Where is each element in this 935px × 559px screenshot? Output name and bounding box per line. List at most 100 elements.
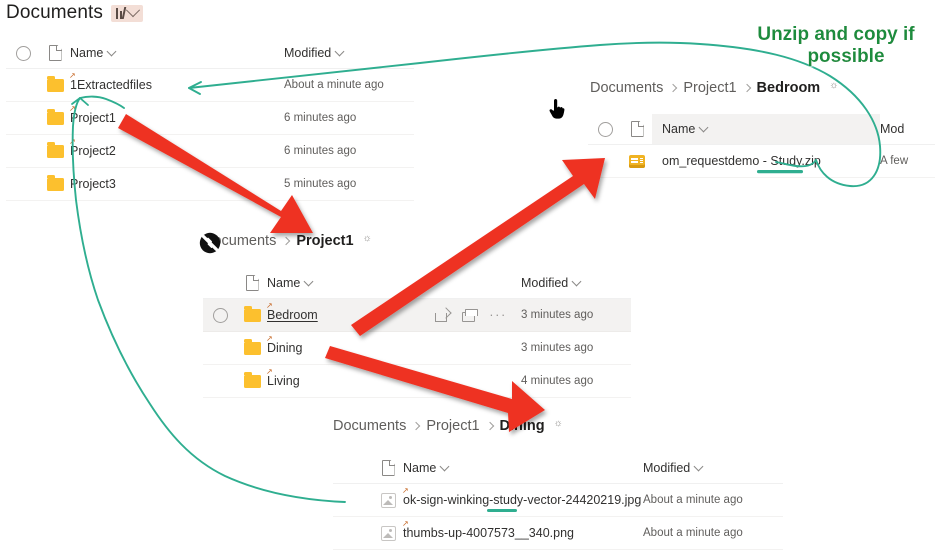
row-name-cell[interactable]: om_requestdemo - Study.zip (652, 154, 880, 168)
more-options-icon[interactable]: ··· (489, 308, 507, 321)
file-type-header-icon[interactable] (373, 460, 403, 476)
table-row[interactable]: om_requestdemo - Study.zip A few (588, 145, 935, 178)
file-name-text: Project1 (70, 111, 116, 125)
annotation-note-line1: Unzip and copy if (757, 24, 915, 45)
breadcrumb-item-project1[interactable]: Project1 (683, 80, 736, 96)
file-name-text: 1Extractedfiles (70, 78, 152, 92)
table-row[interactable]: ↗ 1Extractedfiles About a minute ago (6, 69, 414, 102)
shortcut-badge-icon: ↗ (402, 519, 409, 528)
file-name[interactable]: Project3 (70, 177, 116, 191)
file-name[interactable]: om_requestdemo - Study.zip (662, 154, 821, 168)
column-header-modified[interactable]: Modified (521, 276, 631, 290)
column-header-modified-label: Modified (643, 461, 691, 475)
row-modified: About a minute ago (643, 527, 743, 539)
column-header-modified[interactable]: Modified (643, 461, 783, 475)
file-type-header-icon[interactable] (40, 45, 70, 61)
file-type-header-icon[interactable] (622, 121, 652, 137)
chevron-down-icon (571, 276, 582, 287)
columns-dropdown-icon[interactable] (111, 2, 143, 22)
column-header-name[interactable]: Name (403, 461, 643, 475)
shortcut-badge-icon: ↗ (69, 137, 76, 146)
table-row[interactable]: ↗ Project1 6 minutes ago (6, 102, 414, 135)
row-name-cell[interactable]: ↗ ok-sign-winking-study-vector-24420219.j… (402, 486, 643, 507)
select-all-checkbox[interactable] (6, 45, 40, 61)
row-name-cell[interactable]: ↗ thumbs-up-4007573__340.png (402, 519, 643, 540)
chevron-right-icon (485, 421, 494, 431)
table-row[interactable]: ↗ Dining 3 minutes ago (203, 332, 631, 365)
chevron-right-icon (742, 83, 751, 93)
row-modified: 3 minutes ago (521, 342, 594, 354)
breadcrumb: Documents Project1 Bedroom ☼ (590, 80, 838, 97)
file-name-text: Project3 (70, 177, 116, 191)
column-header-modified[interactable]: Mod (880, 122, 935, 136)
columns-glyph (116, 6, 127, 19)
table-row[interactable]: ↗ Project2 6 minutes ago (6, 135, 414, 168)
document-icon (246, 275, 259, 291)
file-name[interactable]: ↗ Project2 (69, 137, 116, 158)
folder-icon (46, 141, 64, 158)
list-header: Name Modified (203, 268, 631, 299)
file-name[interactable]: ↗ Living (266, 367, 300, 388)
document-icon (631, 121, 644, 137)
pin-icon[interactable]: ☼ (829, 80, 838, 91)
file-name[interactable]: ↗ 1Extractedfiles (69, 71, 152, 92)
row-modified: About a minute ago (284, 79, 384, 91)
pointing-hand-cursor (548, 99, 565, 121)
column-header-name[interactable]: Name (267, 276, 521, 290)
chevron-down-icon (303, 276, 314, 287)
row-select[interactable] (203, 307, 237, 323)
row-modified: 6 minutes ago (284, 112, 357, 124)
file-name[interactable]: ↗ ok-sign-winking-study-vector-24420219.j… (402, 486, 641, 507)
pin-icon[interactable]: ☼ (363, 233, 372, 244)
chevron-down-icon (106, 46, 117, 57)
shortcut-badge-icon: ↗ (266, 334, 273, 343)
column-header-modified[interactable]: Modified (284, 46, 414, 60)
row-name-cell[interactable]: ↗ 1Extractedfiles (69, 71, 284, 92)
list-header: Name Modified (333, 453, 783, 484)
breadcrumb-item-documents[interactable]: Documents (333, 418, 406, 434)
breadcrumb-item-documents[interactable]: Documents (590, 80, 663, 96)
row-icon (40, 141, 70, 158)
copy-link-icon[interactable] (462, 308, 479, 322)
file-type-header-icon[interactable] (237, 275, 267, 291)
table-row[interactable]: Project3 5 minutes ago (6, 168, 414, 201)
row-name-cell[interactable]: ↗ Dining (266, 334, 521, 355)
breadcrumb: Documents Project1 Dining ☼ (333, 418, 563, 435)
not-allowed-cursor (199, 232, 221, 254)
shortcut-badge-icon: ↗ (266, 367, 273, 376)
row-name-cell[interactable]: ↗ Living (266, 367, 521, 388)
column-header-name[interactable]: Name (652, 114, 880, 144)
select-all-checkbox[interactable] (588, 121, 622, 137)
breadcrumb-item-dining: Dining (499, 418, 545, 434)
shortcut-badge-icon: ↗ (402, 486, 409, 495)
table-row[interactable]: ↗ Bedroom ··· 3 minutes ago (203, 299, 631, 332)
row-name-cell[interactable]: ↗ Project2 (69, 137, 284, 158)
row-name-cell[interactable]: ↗ Project1 (69, 104, 284, 125)
file-name-text: Project2 (70, 144, 116, 158)
file-name[interactable]: ↗ Dining (266, 334, 302, 355)
file-name[interactable]: ↗ Project1 (69, 104, 116, 125)
row-icon (237, 371, 267, 388)
list-header: Name Mod (588, 114, 935, 145)
row-icon (40, 108, 70, 125)
breadcrumb-item-project1[interactable]: Project1 (426, 418, 479, 434)
table-row[interactable]: ↗ thumbs-up-4007573__340.png About a minu… (333, 517, 783, 550)
chevron-down-icon (698, 122, 709, 133)
column-header-name[interactable]: Name (70, 46, 284, 60)
row-modified: 4 minutes ago (521, 375, 594, 387)
column-header-name-label: Name (267, 276, 301, 290)
column-header-name-label: Name (403, 461, 437, 475)
row-modified: 5 minutes ago (284, 178, 357, 190)
shortcut-badge-icon: ↗ (69, 104, 76, 113)
folder-icon (243, 371, 261, 388)
table-row[interactable]: ↗ Living 4 minutes ago (203, 365, 631, 398)
column-header-name-label: Name (662, 122, 696, 136)
table-row[interactable]: ↗ ok-sign-winking-study-vector-24420219.j… (333, 484, 783, 517)
file-name[interactable]: ↗ Bedroom (266, 301, 318, 322)
file-name[interactable]: ↗ thumbs-up-4007573__340.png (402, 519, 574, 540)
share-icon[interactable] (435, 309, 450, 322)
row-name-cell[interactable]: ↗ Bedroom (266, 301, 435, 322)
row-icon (373, 492, 403, 508)
pin-icon[interactable]: ☼ (554, 418, 563, 429)
row-name-cell[interactable]: Project3 (70, 177, 284, 191)
